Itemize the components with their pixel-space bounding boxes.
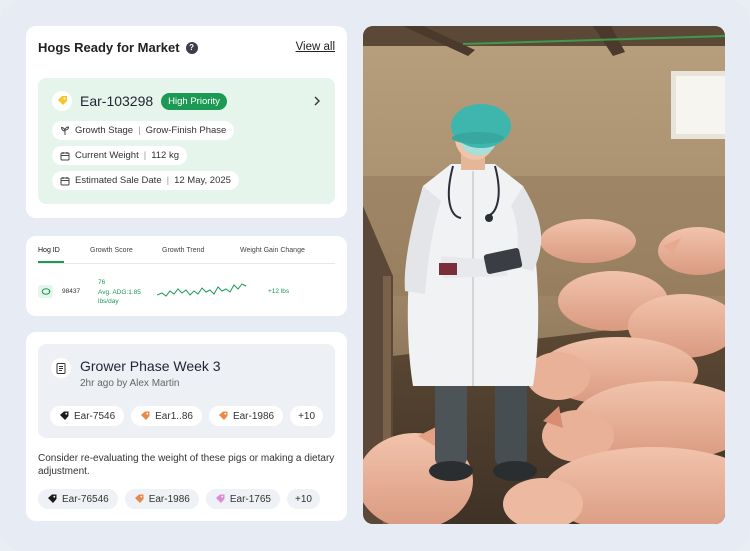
growth-stage-value: Grow-Finish Phase xyxy=(145,125,227,136)
growth-stage-pill: Growth Stage | Grow-Finish Phase xyxy=(52,121,235,140)
sale-date-pill: Estimated Sale Date | 12 May, 2025 xyxy=(52,171,239,190)
active-column-underline xyxy=(38,261,64,263)
ear-tag-chip[interactable]: Ear-1765 xyxy=(205,489,280,509)
calendar-icon xyxy=(60,176,70,186)
phase-panel[interactable]: Grower Phase Week 3 2hr ago by Alex Mart… xyxy=(38,344,335,438)
tag-icon xyxy=(48,494,57,503)
more-tags-chip[interactable]: +10 xyxy=(290,406,324,426)
row-adg-line1: Avg. ADG:1.85 xyxy=(98,289,141,296)
tag-icon xyxy=(134,494,144,503)
sprout-icon xyxy=(60,125,70,136)
row-growth-score: 76 xyxy=(98,279,106,286)
view-all-link[interactable]: View all xyxy=(296,41,335,53)
current-weight-label: Current Weight xyxy=(75,150,139,161)
tag-label: Ear-1765 xyxy=(229,493,271,505)
row-weight-gain: +12 lbs xyxy=(268,288,290,295)
sale-date-label: Estimated Sale Date xyxy=(75,175,162,186)
col-growth-trend[interactable]: Growth Trend xyxy=(162,247,204,254)
phase-title: Grower Phase Week 3 xyxy=(80,358,221,374)
more-tags-chip[interactable]: +10 xyxy=(286,489,320,509)
tag-icon xyxy=(218,411,228,420)
col-growth-score[interactable]: Growth Score xyxy=(90,247,133,254)
tag-label: Ear1..86 xyxy=(155,410,193,422)
phase-subtitle: 2hr ago by Alex Martin xyxy=(80,378,180,389)
growth-table-card: Hog ID Growth Score Growth Trend Weight … xyxy=(26,236,347,316)
tag-label: Ear-1986 xyxy=(148,493,190,505)
ear-tag-icon xyxy=(52,91,72,111)
hog-ear-id: Ear-103298 xyxy=(80,93,154,109)
row-adg-line2: lbs/day xyxy=(98,298,119,305)
ear-tag-chip[interactable]: Ear-7546 xyxy=(50,406,125,426)
market-card-header: Hogs Ready for Market ? xyxy=(38,40,198,55)
ear-tag-chip[interactable]: Ear-76546 xyxy=(38,489,118,509)
tag-icon xyxy=(60,411,69,420)
growth-stage-label: Growth Stage xyxy=(75,125,134,136)
pig-icon xyxy=(38,285,53,298)
ear-tag-chip[interactable]: Ear1..86 xyxy=(131,406,202,426)
grower-phase-card: Grower Phase Week 3 2hr ago by Alex Mart… xyxy=(26,332,347,521)
tag-label: Ear-76546 xyxy=(62,493,109,505)
tag-label: Ear-1986 xyxy=(232,410,275,422)
hog-summary-card[interactable]: Ear-103298 High Priority Growth Stage | … xyxy=(38,78,335,204)
phase-tags: Ear-7546 Ear1..86 Ear-1986 +10 xyxy=(50,406,324,426)
row-hog-id: 98437 xyxy=(62,288,81,295)
tag-icon xyxy=(215,494,225,503)
phase-tags-bottom: Ear-76546 Ear-1986 Ear-1765 +10 xyxy=(38,489,320,509)
table-header: Hog ID Growth Score Growth Trend Weight … xyxy=(38,246,335,264)
ear-tag-chip[interactable]: Ear-1986 xyxy=(124,489,199,509)
current-weight-pill: Current Weight | 112 kg xyxy=(52,146,188,165)
current-weight-value: 112 kg xyxy=(151,150,180,161)
priority-badge: High Priority xyxy=(161,92,227,110)
market-card-title: Hogs Ready for Market xyxy=(38,40,180,55)
tag-label: Ear-7546 xyxy=(74,410,116,422)
col-weight-gain[interactable]: Weight Gain Change xyxy=(240,247,305,254)
vet-in-barn-photo xyxy=(363,26,725,524)
phase-note: Consider re-evaluating the weight of the… xyxy=(38,453,335,477)
col-hog-id[interactable]: Hog ID xyxy=(38,247,60,254)
sale-date-value: 12 May, 2025 xyxy=(174,175,231,186)
chevron-right-icon[interactable] xyxy=(313,94,321,109)
tag-icon xyxy=(141,411,150,420)
market-card: Hogs Ready for Market ? View all Ear-103… xyxy=(26,26,347,218)
ear-tag-chip[interactable]: Ear-1986 xyxy=(208,406,284,426)
document-icon xyxy=(51,358,71,378)
help-icon[interactable]: ? xyxy=(185,41,198,54)
calendar-icon xyxy=(60,151,70,161)
growth-trend-sparkline xyxy=(157,283,247,297)
